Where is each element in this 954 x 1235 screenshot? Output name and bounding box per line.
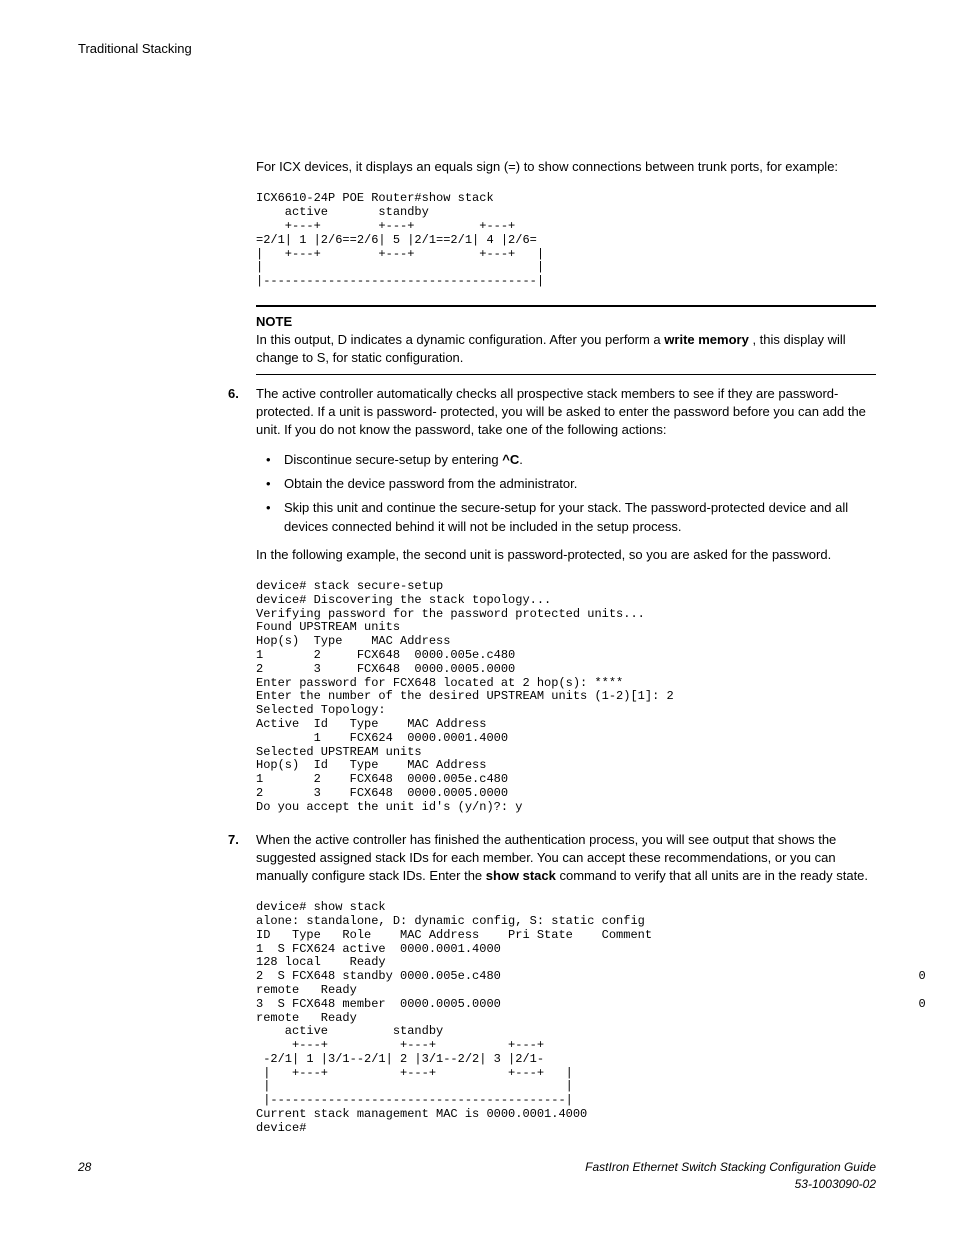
step-7-para: When the active controller has finished … [256,831,876,886]
step-6-para2: In the following example, the second uni… [256,546,876,564]
step-7-para-bold: show stack [486,868,556,883]
footer-docnum: 53-1003090-02 [585,1176,876,1193]
note-bold: write memory [664,332,749,347]
footer-title: FastIron Ethernet Switch Stacking Config… [585,1159,876,1176]
intro-paragraph: For ICX devices, it displays an equals s… [256,158,876,176]
step-6: 6. The active controller automatically c… [256,385,876,815]
code-block-3: device# show stack alone: standalone, D:… [256,901,876,1136]
bullet-1-before: Discontinue secure-setup by entering [284,452,502,467]
step-7-para-after: command to verify that all units are in … [556,868,868,883]
note-box: NOTE In this output, D indicates a dynam… [256,305,876,375]
page-number: 28 [78,1159,91,1193]
note-label: NOTE [256,313,876,331]
bullet-1-after: . [519,452,523,467]
bullet-1: Discontinue secure-setup by entering ^C. [284,451,876,469]
code-block-2: device# stack secure-setup device# Disco… [256,580,876,815]
bullet-3: Skip this unit and continue the secure-s… [284,499,876,535]
step-6-bullets: Discontinue secure-setup by entering ^C.… [256,451,876,536]
note-text: In this output, D indicates a dynamic co… [256,331,876,367]
page-footer: 28 FastIron Ethernet Switch Stacking Con… [78,1159,876,1193]
note-text-before: In this output, D indicates a dynamic co… [256,332,664,347]
step-7: 7. When the active controller has finish… [256,831,876,1136]
page-header-title: Traditional Stacking [78,40,876,58]
step-7-number: 7. [228,831,239,849]
step-6-para1: The active controller automatically chec… [256,385,876,440]
bullet-1-bold: ^C [502,452,519,467]
bullet-2: Obtain the device password from the admi… [284,475,876,493]
step-6-number: 6. [228,385,239,403]
code-block-1: ICX6610-24P POE Router#show stack active… [256,192,876,289]
